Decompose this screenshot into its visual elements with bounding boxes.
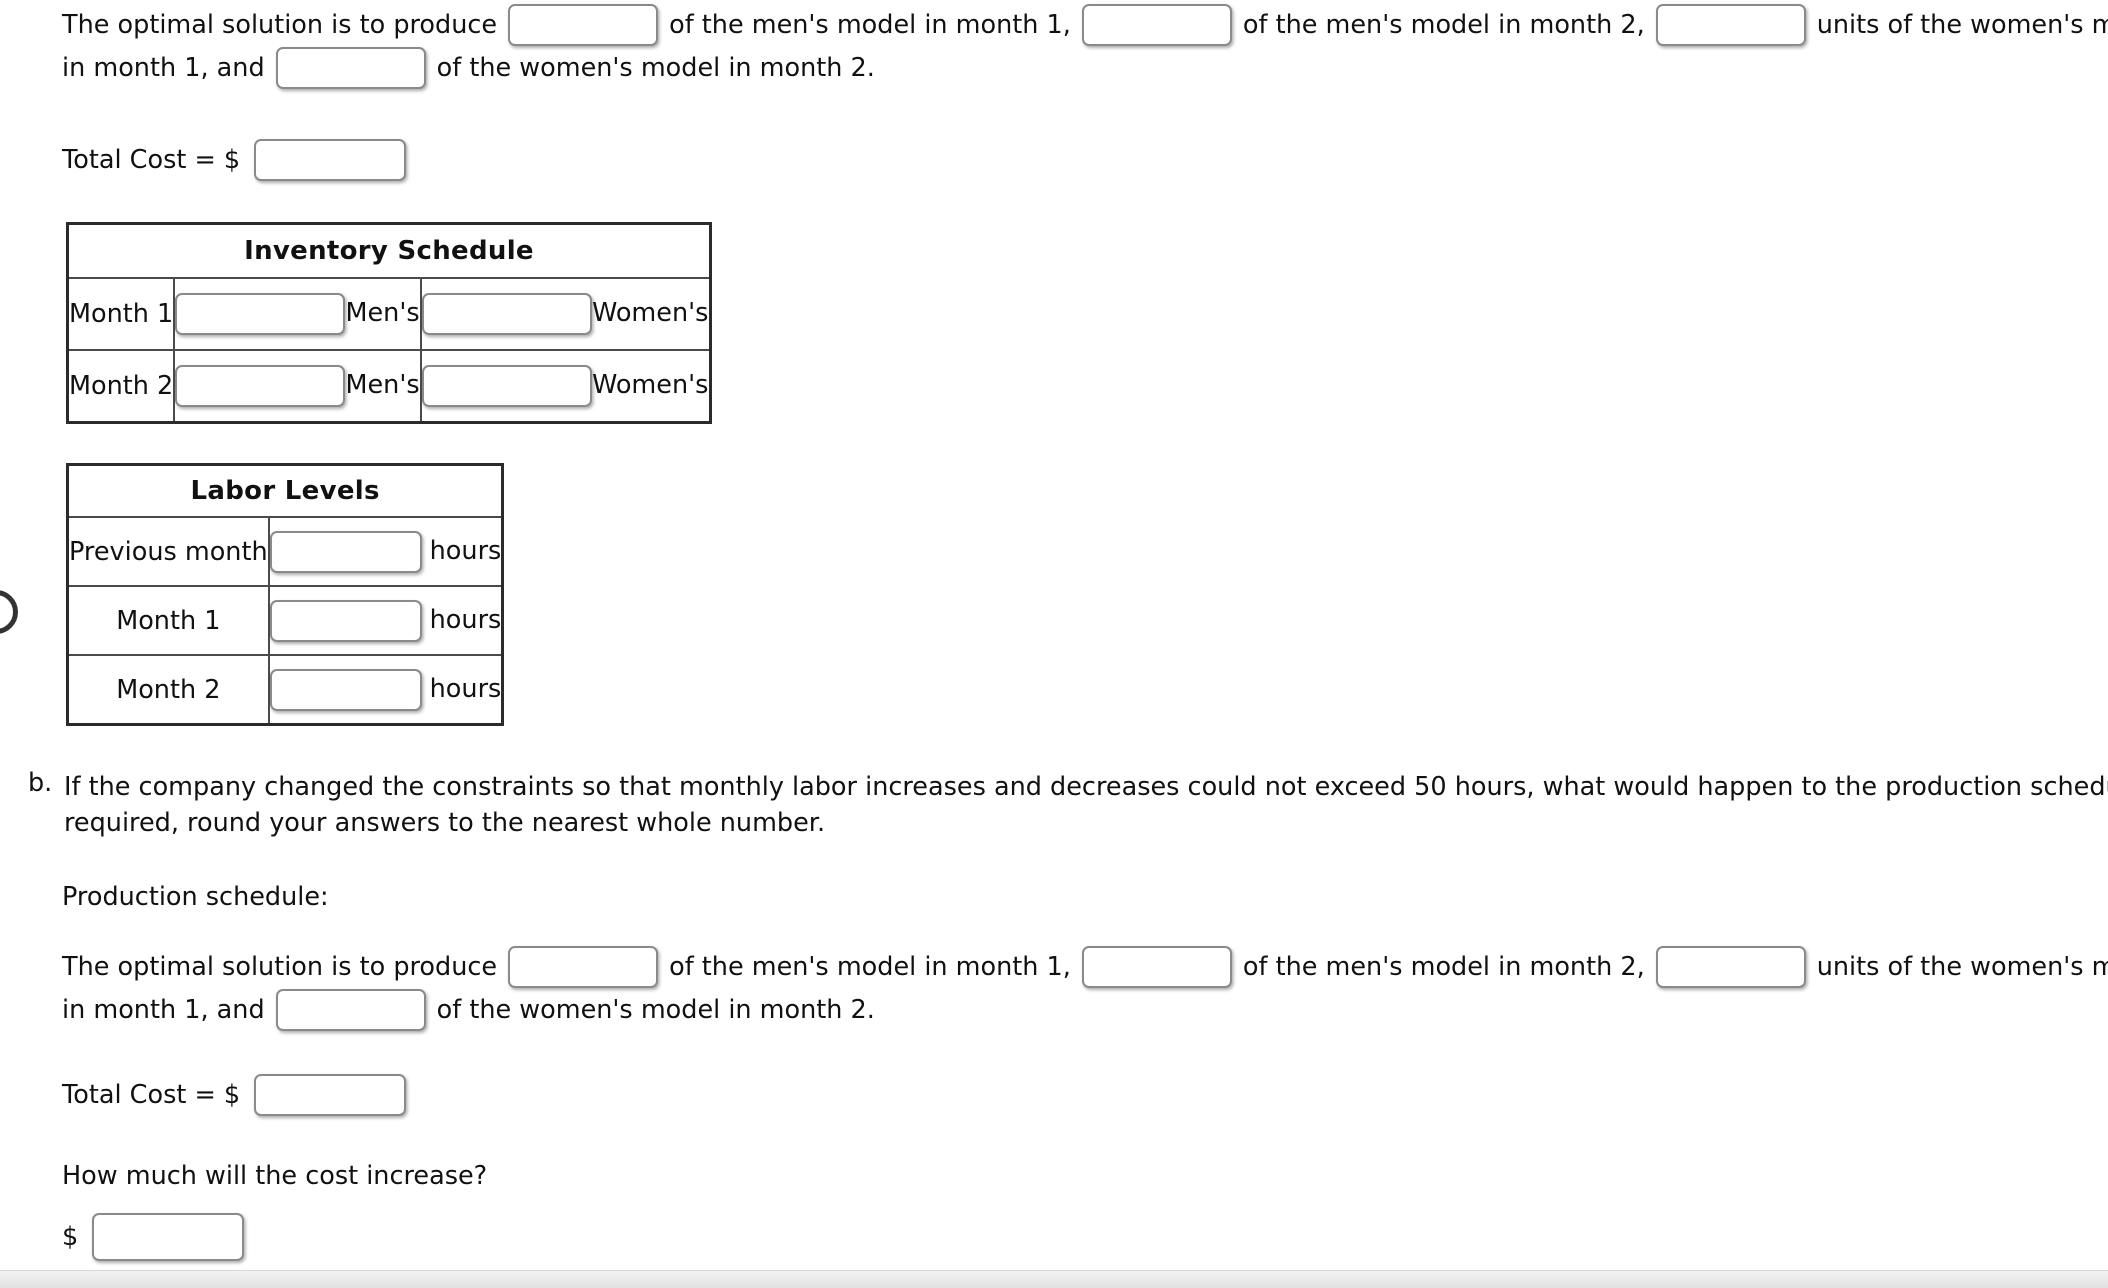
solution-seg6-text: of the women's model in month 2. [436, 53, 875, 83]
solution-lead-text-b: The optimal solution is to produce [62, 952, 498, 982]
input-labor-previous-month[interactable] [269, 530, 422, 573]
cost-increase-answer-row: $ [62, 1213, 245, 1261]
input-a-womens-month2[interactable] [275, 47, 426, 89]
horizontal-scrollbar[interactable] [0, 1270, 2108, 1288]
input-cost-increase[interactable] [92, 1213, 245, 1261]
input-a-womens-month1[interactable] [1655, 4, 1806, 46]
labor-levels-title: Labor Levels [66, 463, 504, 518]
cost-increase-currency-symbol: $ [62, 1222, 79, 1252]
table-row: Month 2 Men's Women's [66, 349, 712, 424]
input-labor-month1[interactable] [269, 599, 422, 642]
inventory-cell-mens-month2: Men's [173, 349, 423, 424]
solution-seg4-text-b: units of the women's model [1816, 952, 2108, 982]
inventory-unit-womens-month1: Women's [592, 298, 709, 328]
inventory-unit-mens-month2: Men's [345, 370, 420, 400]
input-b-mens-month2[interactable] [1081, 946, 1232, 988]
input-b-mens-month1[interactable] [508, 946, 659, 988]
input-inventory-womens-month2[interactable] [422, 365, 593, 407]
table-row: Previous month hours [66, 516, 504, 587]
labor-cell-previous-month: hours [267, 516, 504, 587]
inventory-unit-mens-month1: Men's [345, 298, 420, 328]
total-cost-label-b: Total Cost = $ [62, 1080, 241, 1110]
solution-seg4-text: units of the women's model [1816, 10, 2108, 40]
solution-seg3-text-b: of the men's model in month 2, [1242, 952, 1645, 982]
input-a-mens-month1[interactable] [508, 4, 659, 46]
labor-levels-table: Labor Levels Previous month hours Month … [66, 463, 505, 726]
input-b-womens-month1[interactable] [1655, 946, 1806, 988]
labor-levels-title-row: Labor Levels [66, 463, 504, 518]
input-a-mens-month2[interactable] [1081, 4, 1232, 46]
part-b-question-line2: required, round your answers to the near… [64, 808, 826, 838]
production-schedule-label: Production schedule: [62, 882, 329, 912]
inventory-cell-mens-month1: Men's [173, 277, 423, 351]
input-b-total-cost[interactable] [254, 1074, 407, 1116]
inventory-cell-womens-month2: Women's [420, 349, 712, 424]
section-b-solution-sentence-line1: The optimal solution is to produce of th… [62, 945, 2108, 989]
solution-seg5-text: in month 1, and [62, 53, 265, 83]
labor-row-label-month2: Month 2 [66, 654, 270, 726]
section-a-solution-sentence-line1: The optimal solution is to produce of th… [62, 3, 2108, 47]
section-b-solution-sentence-line2: in month 1, and of the women's model in … [62, 988, 875, 1032]
cost-increase-question: How much will the cost increase? [62, 1161, 488, 1191]
total-cost-label-a: Total Cost = $ [62, 145, 241, 175]
inventory-schedule-title-row: Inventory Schedule [66, 222, 712, 279]
labor-unit-previous-month: hours [429, 535, 502, 566]
clipped-circle-annotation [0, 590, 18, 634]
labor-cell-month2: hours [267, 654, 504, 726]
input-a-total-cost[interactable] [254, 139, 407, 181]
labor-row-label-month1: Month 1 [66, 585, 270, 656]
inventory-cell-womens-month1: Women's [420, 277, 712, 351]
inventory-unit-womens-month2: Women's [592, 370, 709, 400]
labor-cell-month1: hours [267, 585, 504, 656]
part-b-question-line1: If the company changed the constraints s… [64, 772, 2108, 802]
solution-lead-text: The optimal solution is to produce [62, 10, 498, 40]
section-a-total-cost-row: Total Cost = $ [62, 138, 407, 182]
section-b-total-cost-row: Total Cost = $ [62, 1073, 407, 1117]
section-a-solution-sentence-line2: in month 1, and of the women's model in … [62, 46, 875, 90]
solution-seg6-text-b: of the women's model in month 2. [436, 995, 875, 1025]
part-b-marker: b. [28, 768, 53, 798]
labor-unit-month1: hours [429, 604, 502, 635]
table-row: Month 2 hours [66, 654, 504, 726]
input-b-womens-month2[interactable] [275, 989, 426, 1031]
solution-seg2-text-b: of the men's model in month 1, [669, 952, 1071, 982]
inventory-schedule-table: Inventory Schedule Month 1 Men's Women's… [66, 222, 712, 424]
inventory-row-label-month2: Month 2 [66, 349, 176, 424]
labor-row-label-previous-month: Previous month [66, 516, 270, 587]
worksheet-page: The optimal solution is to produce of th… [0, 0, 2108, 1288]
solution-seg2-text: of the men's model in month 1, [669, 10, 1071, 40]
solution-seg3-text: of the men's model in month 2, [1242, 10, 1645, 40]
labor-unit-month2: hours [429, 673, 502, 704]
inventory-row-label-month1: Month 1 [66, 277, 176, 351]
input-inventory-mens-month2[interactable] [175, 365, 346, 407]
solution-seg5-text-b: in month 1, and [62, 995, 265, 1025]
input-inventory-mens-month1[interactable] [175, 293, 346, 335]
input-labor-month2[interactable] [269, 668, 422, 711]
inventory-schedule-title: Inventory Schedule [66, 222, 712, 279]
table-row: Month 1 hours [66, 585, 504, 656]
input-inventory-womens-month1[interactable] [422, 293, 593, 335]
table-row: Month 1 Men's Women's [66, 277, 712, 351]
